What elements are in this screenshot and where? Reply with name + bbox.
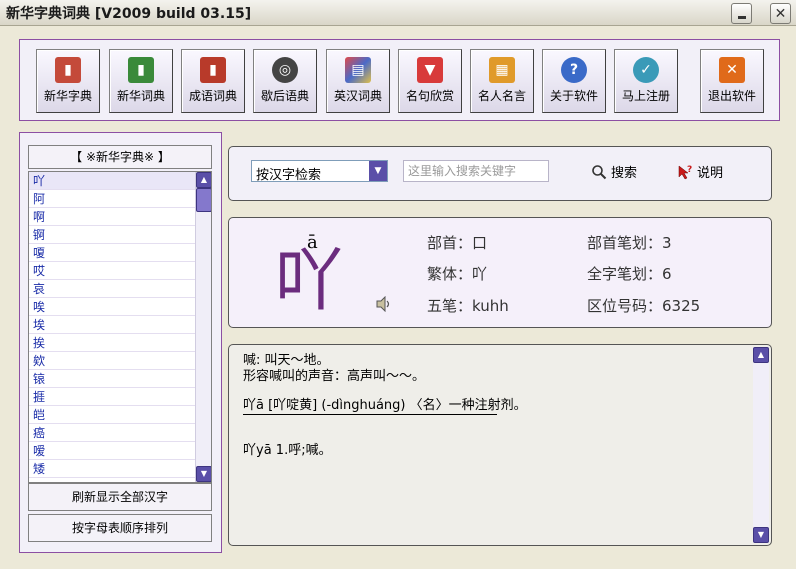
yinghan-cidian-button[interactable]: ▤ 英汉词典	[326, 49, 390, 113]
list-item[interactable]: 唉	[29, 298, 211, 316]
divider	[243, 414, 497, 415]
character-list[interactable]: 吖 阿 啊 锕 嗄 哎 哀 唉 埃 挨 欸 锿 捱 皑 癌 嗳 矮 ▲ ▼	[28, 171, 212, 483]
mingju-xinshang-button[interactable]: ▼ 名句欣赏	[398, 49, 462, 113]
mingren-mingyan-button[interactable]: ▦ 名人名言	[470, 49, 534, 113]
definition-scrollbar[interactable]: ▲ ▼	[753, 347, 769, 543]
button-label: 新华词典	[116, 89, 165, 103]
button-label: 成语词典	[188, 89, 237, 103]
refresh-all-button[interactable]: 刷新显示全部汉字	[28, 483, 212, 511]
list-item[interactable]: 皑	[29, 406, 211, 424]
list-item[interactable]: 啊	[29, 208, 211, 226]
button-label: 歇后语典	[260, 89, 309, 103]
definition-line: 吖ā [吖啶黄] (-dìnghuáng) 〈名〉一种注射剂。	[243, 398, 527, 413]
list-item[interactable]: 捱	[29, 388, 211, 406]
exit-x-icon: ✕	[719, 57, 745, 83]
list-item[interactable]: 矮	[29, 460, 211, 478]
traditional: 繁体：吖	[427, 265, 488, 283]
search-mode-value: 按汉字检索	[256, 168, 322, 183]
scroll-down-icon[interactable]: ▼	[196, 466, 211, 482]
xiehouyu-button[interactable]: ◎ 歇后语典	[253, 49, 317, 113]
list-item[interactable]: 挨	[29, 334, 211, 352]
search-input[interactable]	[403, 160, 549, 182]
button-label: 名句欣赏	[405, 89, 454, 103]
list-item[interactable]: 哎	[29, 262, 211, 280]
list-item[interactable]: 锿	[29, 370, 211, 388]
help-button-label: 说明	[697, 166, 724, 181]
area-code: 区位号码：6325	[587, 297, 701, 315]
button-label: 名人名言	[477, 89, 526, 103]
button-label: 关于软件	[549, 89, 598, 103]
search-mode-select[interactable]: 按汉字检索 ▼	[251, 160, 388, 183]
help-button[interactable]: ? 说明	[677, 162, 723, 181]
total-strokes: 全字笔划：6	[587, 265, 672, 283]
list-item[interactable]: 阿	[29, 190, 211, 208]
close-icon: ✕	[774, 5, 787, 22]
exit-software-button[interactable]: ✕ 退出软件	[700, 49, 764, 113]
list-item[interactable]: 锕	[29, 226, 211, 244]
close-button[interactable]: ✕	[770, 3, 791, 24]
radical-strokes: 部首笔划：3	[587, 234, 672, 252]
list-item[interactable]: 嗳	[29, 442, 211, 460]
scroll-up-icon[interactable]: ▲	[753, 347, 769, 363]
list-header: 【 ※新华字典※ 】	[28, 145, 212, 169]
definition-line: 形容喊叫的声音：高声叫～～。	[243, 369, 426, 384]
book-red-dict-icon: ▮	[200, 57, 226, 83]
title-bar: 新华字典词典 [V2009 build 03.15] ✕	[0, 0, 796, 26]
scroll-thumb[interactable]	[196, 188, 211, 212]
xinhua-zidian-button[interactable]: ▮ 新华字典	[36, 49, 100, 113]
scroll-up-icon[interactable]: ▲	[196, 172, 211, 188]
help-globe-icon: ?	[561, 57, 587, 83]
search-button[interactable]: 搜索	[591, 162, 637, 181]
main-toolbar: ▮ 新华字典 ▮ 新华词典 ▮ 成语词典 ◎ 歇后语典 ▤ 英汉词典 ▼ 名句欣…	[19, 39, 780, 121]
search-button-label: 搜索	[611, 166, 638, 181]
list-item[interactable]: 嗄	[29, 244, 211, 262]
book-green-icon: ▮	[128, 57, 154, 83]
button-label: 英汉词典	[333, 89, 382, 103]
list-item[interactable]: 吖	[29, 172, 211, 190]
scroll-down-icon[interactable]: ▼	[753, 527, 769, 543]
colorful-book-icon: ▤	[345, 57, 371, 83]
radical: 部首：口	[427, 234, 488, 252]
definition-panel: 喊: 叫天～地。 形容喊叫的声音：高声叫～～。 吖ā [吖啶黄] (-dìngh…	[228, 344, 772, 546]
blocks-icon: ▦	[489, 57, 515, 83]
list-item[interactable]: 欸	[29, 352, 211, 370]
window-title: 新华字典词典 [V2009 build 03.15]	[6, 6, 252, 22]
list-item[interactable]: 埃	[29, 316, 211, 334]
help-arrow-icon: ?	[678, 165, 692, 179]
list-item[interactable]: 哀	[29, 280, 211, 298]
minimize-button[interactable]	[731, 3, 752, 24]
definition-line: 吖yā 1.呼;喊。	[243, 443, 332, 458]
chevron-down-icon[interactable]: ▼	[369, 161, 387, 181]
button-label: 马上注册	[621, 89, 670, 103]
big-character: 吖	[275, 242, 344, 321]
character-list-panel: 【 ※新华字典※ 】 吖 阿 啊 锕 嗄 哎 哀 唉 埃 挨 欸 锿 捱 皑 癌…	[19, 132, 222, 553]
book-red-icon: ▮	[55, 57, 81, 83]
character-info-panel: ā 吖 部首：口 部首笔划：3 繁体：吖 全字笔划：6 五笔：kuhh 区位号码…	[228, 217, 772, 328]
list-scrollbar[interactable]: ▲ ▼	[195, 172, 211, 482]
register-now-button[interactable]: ✓ 马上注册	[614, 49, 678, 113]
wubi-code: 五笔：kuhh	[427, 297, 509, 315]
svg-text:?: ?	[687, 165, 692, 175]
speaker-icon[interactable]	[375, 295, 393, 315]
minimize-icon	[737, 15, 746, 19]
button-label: 退出软件	[707, 89, 756, 103]
filter-funnel-icon: ▼	[417, 57, 443, 83]
search-icon	[592, 164, 607, 179]
about-software-button[interactable]: ? 关于软件	[542, 49, 606, 113]
register-disc-icon: ✓	[633, 57, 659, 83]
film-reel-icon: ◎	[272, 57, 298, 83]
button-label: 新华字典	[43, 89, 92, 103]
sort-alphabetical-button[interactable]: 按字母表顺序排列	[28, 514, 212, 542]
search-panel: 按汉字检索 ▼ 搜索 ? 说明	[228, 146, 772, 201]
xinhua-cidian-button[interactable]: ▮ 新华词典	[109, 49, 173, 113]
list-item[interactable]: 癌	[29, 424, 211, 442]
chengyu-cidian-button[interactable]: ▮ 成语词典	[181, 49, 245, 113]
